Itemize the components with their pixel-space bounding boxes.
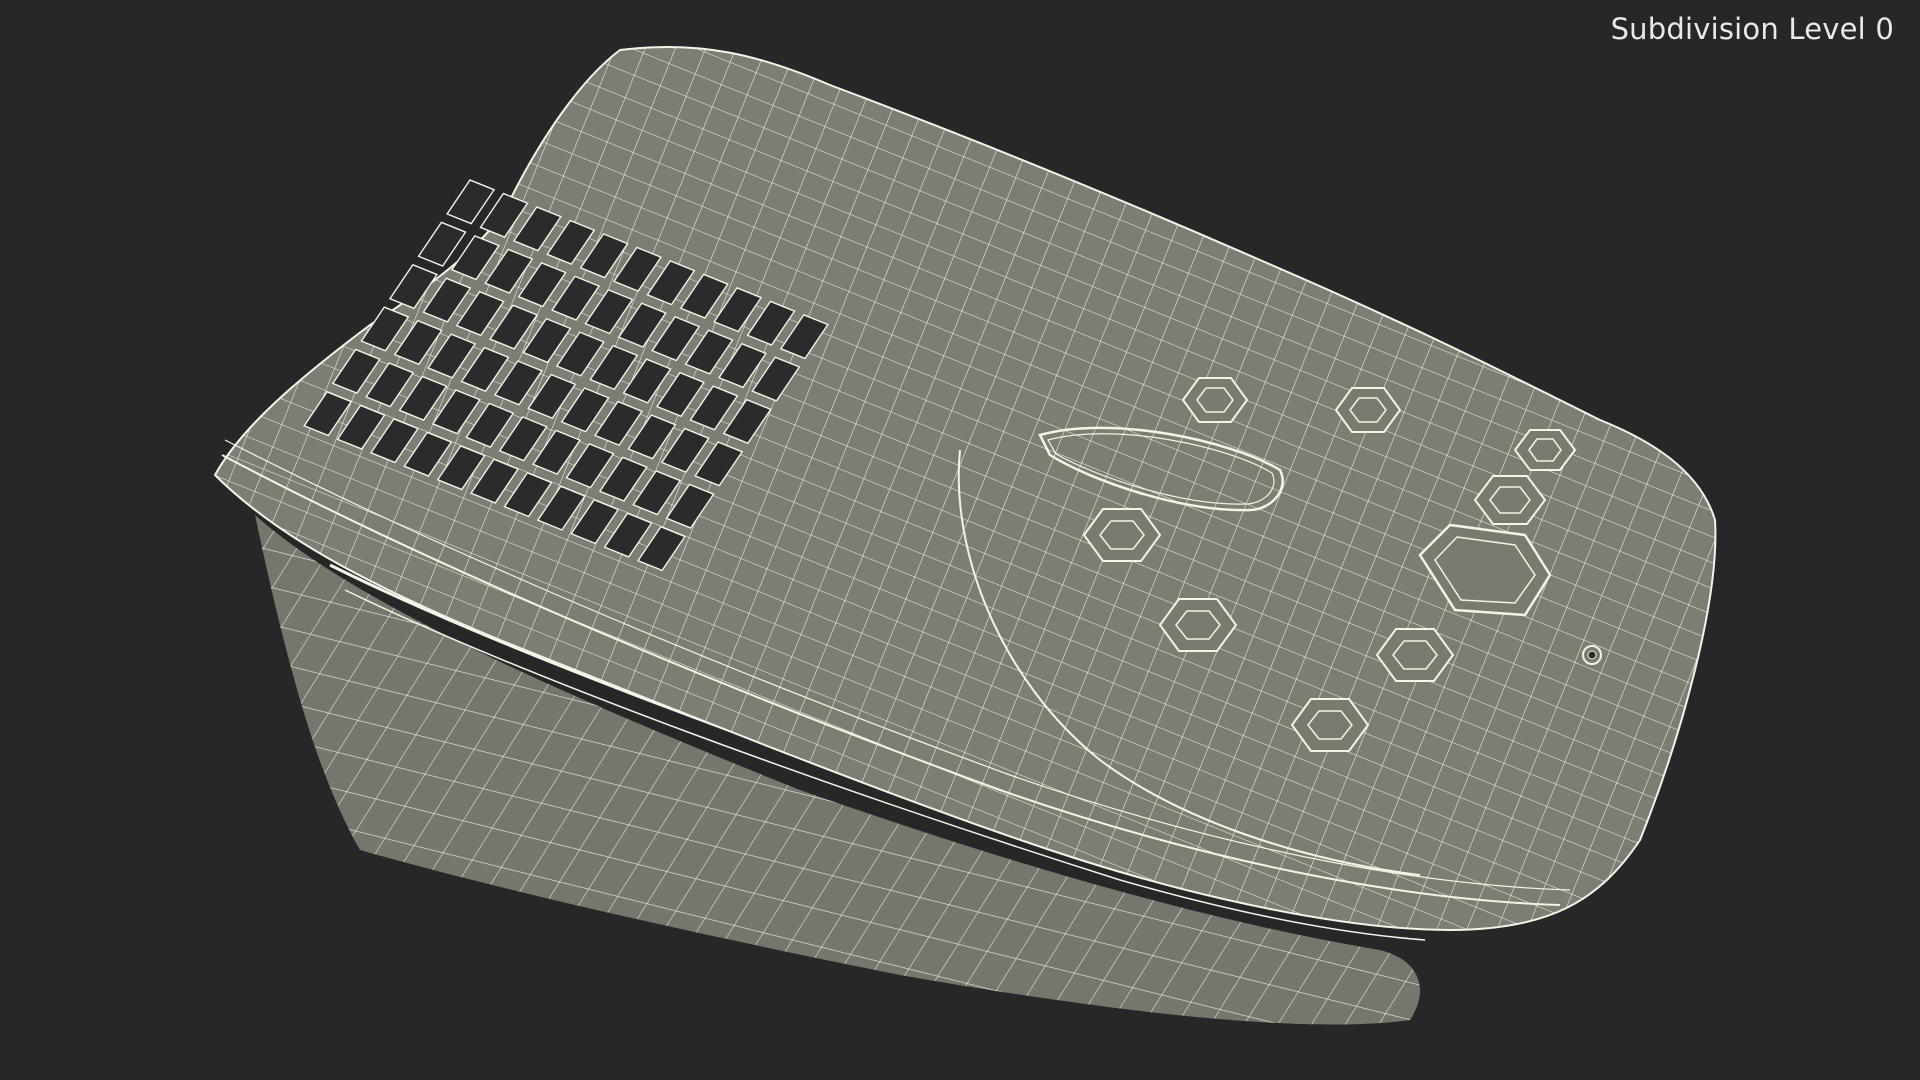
indicator-hole [1582, 645, 1602, 665]
wireframe-mesh-render [213, 45, 1717, 1025]
3d-viewport[interactable]: Subdivision Level 0 [0, 0, 1920, 1080]
